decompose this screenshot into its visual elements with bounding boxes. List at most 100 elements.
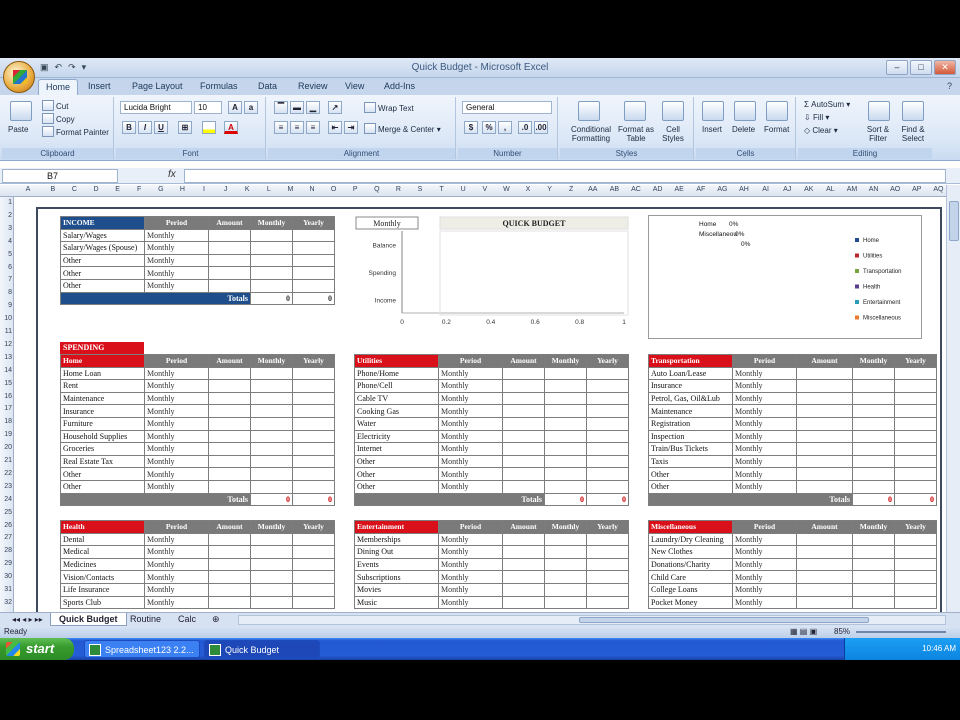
monthly-cell[interactable] xyxy=(852,429,895,444)
column-header[interactable]: AG xyxy=(712,186,734,193)
insert-sheet-icon[interactable]: ⊕ xyxy=(204,613,228,626)
row-header[interactable]: 21 xyxy=(0,457,13,464)
monthly-cell[interactable] xyxy=(250,429,293,444)
yearly-cell[interactable] xyxy=(894,416,937,431)
period-cell[interactable]: Monthly xyxy=(144,253,209,268)
monthly-cell[interactable] xyxy=(250,379,293,393)
column-header[interactable]: N xyxy=(301,186,323,193)
item-label[interactable]: Events xyxy=(354,557,439,572)
decrease-decimal-icon[interactable]: .00 xyxy=(534,121,548,134)
monthly-cell[interactable] xyxy=(250,416,293,431)
row-header[interactable]: 13 xyxy=(0,354,13,361)
item-label[interactable]: Music xyxy=(354,595,439,610)
item-label[interactable]: Other xyxy=(60,278,145,293)
conditional-formatting-icon[interactable] xyxy=(578,101,600,121)
amount-cell[interactable] xyxy=(208,379,251,393)
minimize-button[interactable]: – xyxy=(886,60,908,75)
amount-cell[interactable] xyxy=(502,467,545,481)
column-header[interactable]: A xyxy=(14,186,42,193)
period-selector-value[interactable]: Monthly xyxy=(373,219,401,228)
amount-cell[interactable] xyxy=(502,595,545,610)
item-label[interactable]: Laundry/Dry Cleaning xyxy=(648,532,733,547)
amount-cell[interactable] xyxy=(208,429,251,444)
column-header[interactable]: P xyxy=(344,186,366,193)
column-header[interactable]: D xyxy=(85,186,107,193)
period-cell[interactable]: Monthly xyxy=(438,570,503,584)
period-cell[interactable]: Monthly xyxy=(438,545,503,559)
row-header[interactable]: 28 xyxy=(0,547,13,554)
column-header[interactable]: T xyxy=(431,186,453,193)
yearly-total[interactable]: 0 xyxy=(586,492,629,507)
yearly-cell[interactable] xyxy=(894,467,937,481)
monthly-cell[interactable] xyxy=(544,479,587,494)
row-header[interactable]: 32 xyxy=(0,599,13,606)
monthly-cell[interactable] xyxy=(852,366,895,381)
yearly-cell[interactable] xyxy=(894,545,937,559)
conditional-formatting-button[interactable]: Conditional Formatting xyxy=(566,125,616,143)
monthly-cell[interactable] xyxy=(250,557,293,572)
amount-cell[interactable] xyxy=(796,582,853,597)
amount-cell[interactable] xyxy=(208,467,251,481)
amount-cell[interactable] xyxy=(208,454,251,469)
vertical-scrollbar[interactable] xyxy=(946,185,960,612)
row-header[interactable]: 1 xyxy=(0,199,13,206)
monthly-cell[interactable] xyxy=(250,479,293,494)
amount-cell[interactable] xyxy=(208,442,251,456)
paste-button[interactable]: Paste xyxy=(8,125,28,134)
horizontal-scroll-thumb[interactable] xyxy=(579,617,869,623)
column-header[interactable]: AP xyxy=(906,186,928,193)
monthly-cell[interactable] xyxy=(544,467,587,481)
period-cell[interactable]: Monthly xyxy=(438,416,503,431)
monthly-cell[interactable] xyxy=(852,467,895,481)
autosum-button[interactable]: Σ AutoSum ▾ xyxy=(804,100,850,109)
amount-cell[interactable] xyxy=(502,379,545,393)
vertical-scroll-thumb[interactable] xyxy=(949,201,959,241)
decrease-indent-icon[interactable]: ⇤ xyxy=(328,121,342,134)
tab-view[interactable]: View xyxy=(345,81,364,91)
item-label[interactable]: Maintenance xyxy=(60,391,145,406)
period-cell[interactable]: Monthly xyxy=(438,454,503,469)
row-header[interactable]: 8 xyxy=(0,289,13,296)
column-header[interactable]: AH xyxy=(733,186,755,193)
item-label[interactable]: Memberships xyxy=(354,532,439,547)
yearly-cell[interactable] xyxy=(586,404,629,418)
close-button[interactable]: ✕ xyxy=(934,60,956,75)
row-header[interactable]: 10 xyxy=(0,315,13,322)
item-label[interactable]: Real Estate Tax xyxy=(60,454,145,469)
cut-button[interactable]: Cut xyxy=(42,100,68,111)
format-as-table-button[interactable]: Format as Table xyxy=(618,125,654,143)
tab-home[interactable]: Home xyxy=(38,79,79,95)
row-header[interactable]: 19 xyxy=(0,431,13,438)
period-cell[interactable]: Monthly xyxy=(438,595,503,610)
format-cells-icon[interactable] xyxy=(766,101,788,121)
item-label[interactable]: Other xyxy=(648,467,733,481)
period-cell[interactable]: Monthly xyxy=(732,379,797,393)
yearly-cell[interactable] xyxy=(586,479,629,494)
row-header[interactable]: 7 xyxy=(0,276,13,283)
tab-add-ins[interactable]: Add-Ins xyxy=(384,81,415,91)
fill-button[interactable]: ⇩ Fill ▾ xyxy=(804,113,829,122)
monthly-cell[interactable] xyxy=(250,228,293,243)
column-header[interactable]: J xyxy=(215,186,237,193)
cell-styles-icon[interactable] xyxy=(662,101,684,121)
row-header[interactable]: 17 xyxy=(0,405,13,412)
monthly-cell[interactable] xyxy=(852,570,895,584)
column-header[interactable]: B xyxy=(42,186,64,193)
item-label[interactable]: Cable TV xyxy=(354,391,439,406)
monthly-cell[interactable] xyxy=(544,366,587,381)
name-box[interactable]: B7 xyxy=(2,169,118,183)
period-cell[interactable]: Monthly xyxy=(144,454,209,469)
column-header[interactable]: AK xyxy=(798,186,820,193)
item-label[interactable]: Petrol, Gas, Oil&Lub xyxy=(648,391,733,406)
amount-cell[interactable] xyxy=(208,253,251,268)
monthly-cell[interactable] xyxy=(852,545,895,559)
amount-cell[interactable] xyxy=(502,391,545,406)
yearly-cell[interactable] xyxy=(292,595,335,610)
period-cell[interactable]: Monthly xyxy=(732,429,797,444)
yearly-cell[interactable] xyxy=(586,532,629,547)
amount-cell[interactable] xyxy=(796,391,853,406)
yearly-cell[interactable] xyxy=(292,532,335,547)
amount-cell[interactable] xyxy=(796,532,853,547)
item-label[interactable]: Electricity xyxy=(354,429,439,444)
period-cell[interactable]: Monthly xyxy=(144,266,209,280)
